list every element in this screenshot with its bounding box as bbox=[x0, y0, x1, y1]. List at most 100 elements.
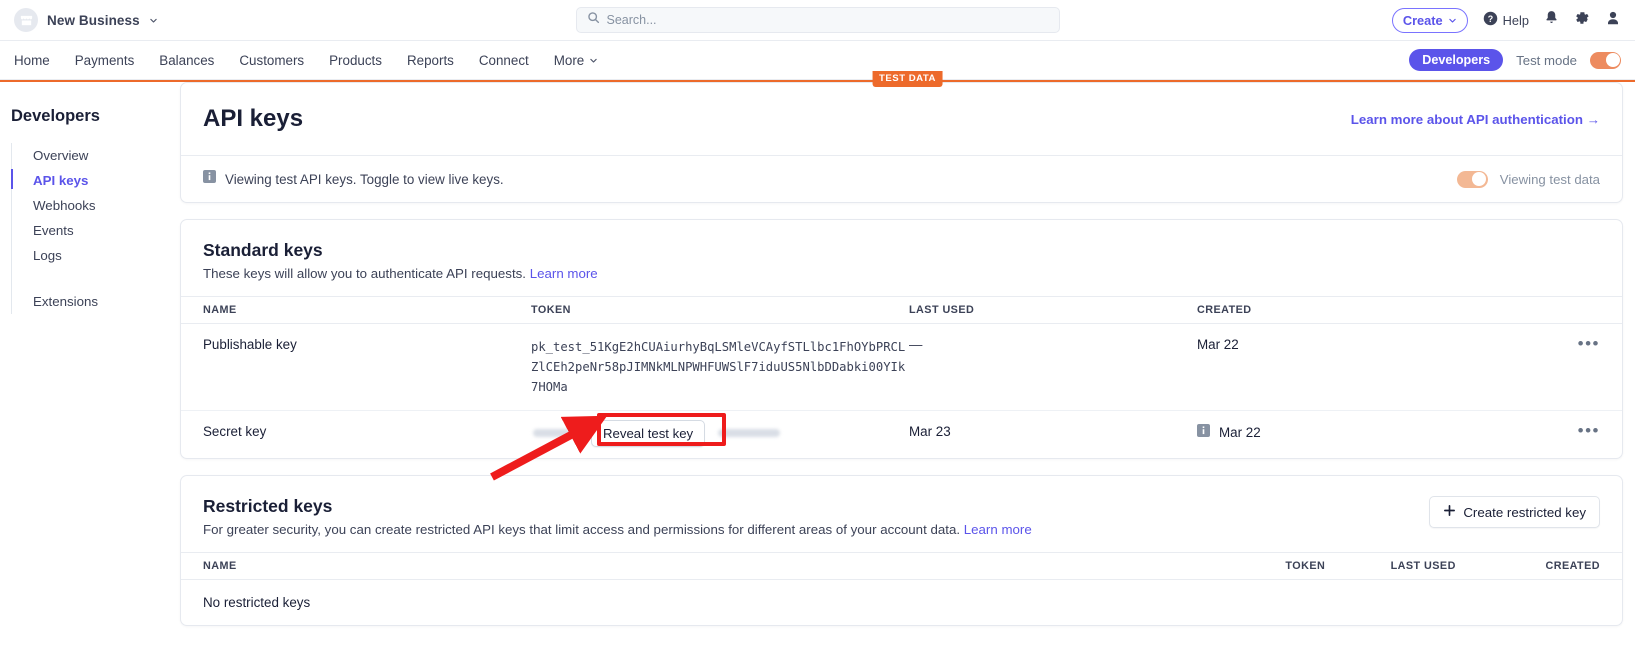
nav-label: More bbox=[553, 52, 585, 68]
global-search[interactable] bbox=[575, 7, 1060, 33]
account-button[interactable] bbox=[1605, 10, 1621, 31]
user-avatar-icon bbox=[1605, 10, 1621, 31]
key-created-cell: Mar 22 bbox=[1197, 411, 1497, 459]
search-input[interactable] bbox=[606, 13, 1049, 27]
key-last-used: Mar 23 bbox=[909, 424, 951, 439]
ellipsis-icon[interactable]: ••• bbox=[1578, 422, 1600, 439]
sidebar-item-overview[interactable]: Overview bbox=[12, 143, 180, 168]
table-row: No restricted keys bbox=[181, 580, 1622, 626]
nav-item-reports[interactable]: Reports bbox=[407, 53, 454, 68]
help-label: Help bbox=[1502, 12, 1529, 28]
sidebar-title: Developers bbox=[11, 107, 100, 125]
restricted-keys-learn-more-link[interactable]: Learn more bbox=[964, 522, 1032, 537]
standard-keys-header: Standard keys These keys will allow you … bbox=[181, 220, 1622, 296]
nav-label: Customers bbox=[239, 52, 305, 68]
column-header-actions bbox=[1497, 296, 1622, 324]
restricted-keys-title: Restricted keys bbox=[203, 496, 333, 516]
sidebar-item-webhooks[interactable]: Webhooks bbox=[12, 193, 180, 218]
nav-label: Payments bbox=[74, 52, 135, 68]
notifications-button[interactable] bbox=[1544, 10, 1559, 31]
restricted-keys-description: For greater security, you can create res… bbox=[203, 522, 1032, 537]
table-header-row: NAME TOKEN LAST USED CREATED bbox=[181, 296, 1622, 324]
nav-item-products[interactable]: Products bbox=[329, 53, 382, 68]
nav-item-more[interactable]: More bbox=[554, 53, 599, 68]
sidebar-item-api-keys[interactable]: API keys bbox=[11, 168, 180, 193]
column-header-token: TOKEN bbox=[531, 296, 909, 324]
account-switcher[interactable]: New Business bbox=[14, 8, 158, 32]
key-token-cell: Reveal test key bbox=[531, 411, 909, 459]
nav-item-customers[interactable]: Customers bbox=[239, 53, 304, 68]
key-last-used: — bbox=[909, 323, 1197, 411]
ellipsis-icon[interactable]: ••• bbox=[1578, 335, 1600, 352]
main-nav: Home Payments Balances Customers Product… bbox=[0, 41, 1635, 80]
table-row: Secret key Reveal test key Mar 23 Mar 22… bbox=[181, 411, 1622, 459]
test-data-badge: TEST DATA bbox=[872, 71, 943, 87]
top-bar-actions: Create ? Help bbox=[1391, 7, 1621, 33]
chevron-down-icon bbox=[590, 58, 597, 63]
test-mode-toggle[interactable] bbox=[1590, 51, 1621, 69]
publishable-key-token: pk_test_51KgE2hCUAiurhyBqLSMleVCAyfSTLlb… bbox=[531, 340, 906, 394]
standard-keys-title: Standard keys bbox=[203, 240, 323, 260]
standard-keys-learn-more-link[interactable]: Learn more bbox=[530, 266, 598, 281]
restricted-keys-thead: NAME TOKEN LAST USED CREATED bbox=[181, 552, 1622, 580]
restricted-keys-empty-message: No restricted keys bbox=[203, 595, 311, 610]
banner-message: Viewing test API keys. Toggle to view li… bbox=[225, 171, 504, 187]
banner-toggle-group: Viewing test data bbox=[1456, 170, 1600, 188]
bell-icon bbox=[1544, 10, 1559, 31]
nav-label: Reports bbox=[406, 52, 454, 68]
standard-keys-description: These keys will allow you to authenticat… bbox=[203, 266, 598, 281]
table-row: Publishable key pk_test_51KgE2hCUAiurhyB… bbox=[181, 323, 1622, 411]
plus-icon bbox=[1443, 504, 1456, 520]
create-button-label: Create bbox=[1402, 12, 1443, 28]
create-restricted-key-button[interactable]: Create restricted key bbox=[1429, 496, 1600, 528]
nav-label: Connect bbox=[478, 52, 529, 68]
restricted-keys-card: Restricted keys For greater security, yo… bbox=[180, 475, 1623, 626]
create-restricted-key-label: Create restricted key bbox=[1463, 504, 1586, 520]
key-name: Publishable key bbox=[181, 323, 531, 411]
nav-item-home[interactable]: Home bbox=[14, 53, 50, 68]
page-body: Developers Overview API keys Webhooks Ev… bbox=[0, 71, 1635, 662]
masked-token-right bbox=[718, 429, 780, 437]
learn-more-api-auth-link[interactable]: Learn more about API authentication → bbox=[1351, 112, 1600, 127]
developers-button[interactable]: Developers bbox=[1409, 49, 1504, 71]
sidebar-item-extensions[interactable]: Extensions bbox=[12, 289, 180, 314]
nav-label: Products bbox=[329, 52, 382, 68]
question-circle-icon: ? bbox=[1483, 11, 1498, 29]
column-header-created: CREATED bbox=[1197, 296, 1497, 324]
column-header-created: CREATED bbox=[1506, 552, 1622, 580]
table-header-row: NAME TOKEN LAST USED CREATED bbox=[181, 552, 1622, 580]
key-token-cell[interactable]: pk_test_51KgE2hCUAiurhyBqLSMleVCAyfSTLlb… bbox=[531, 323, 909, 411]
nav-item-payments[interactable]: Payments bbox=[75, 53, 135, 68]
search-icon bbox=[587, 11, 600, 29]
sidebar-item-logs[interactable]: Logs bbox=[12, 243, 180, 268]
reveal-test-key-button[interactable]: Reveal test key bbox=[591, 420, 706, 447]
gear-icon bbox=[1574, 10, 1590, 31]
standard-keys-tbody: Publishable key pk_test_51KgE2hCUAiurhyB… bbox=[181, 323, 1622, 459]
svg-text:?: ? bbox=[1487, 14, 1492, 24]
row-actions[interactable]: ••• bbox=[1497, 323, 1622, 411]
developers-sidebar: Developers Overview API keys Webhooks Ev… bbox=[0, 82, 180, 662]
nav-item-balances[interactable]: Balances bbox=[159, 53, 214, 68]
row-actions[interactable]: ••• bbox=[1497, 411, 1622, 459]
help-button[interactable]: ? Help bbox=[1483, 11, 1529, 29]
settings-button[interactable] bbox=[1574, 10, 1590, 31]
nav-right-actions: Developers Test mode bbox=[1409, 49, 1621, 71]
create-button[interactable]: Create bbox=[1391, 7, 1468, 33]
sidebar-list: Overview API keys Webhooks Events Logs E… bbox=[11, 143, 180, 314]
key-name: Secret key bbox=[203, 424, 267, 439]
restricted-keys-table: NAME TOKEN LAST USED CREATED No restrict… bbox=[181, 552, 1622, 625]
standard-keys-thead: NAME TOKEN LAST USED CREATED bbox=[181, 296, 1622, 324]
nav-label: Balances bbox=[159, 52, 215, 68]
nav-item-connect[interactable]: Connect bbox=[479, 53, 529, 68]
store-icon bbox=[14, 8, 38, 32]
key-created: Mar 22 bbox=[1197, 323, 1497, 411]
restricted-keys-tbody: No restricted keys bbox=[181, 580, 1622, 626]
standard-keys-card: Standard keys These keys will allow you … bbox=[180, 219, 1623, 459]
restricted-keys-description-text: For greater security, you can create res… bbox=[203, 522, 961, 537]
test-keys-banner: Viewing test API keys. Toggle to view li… bbox=[181, 155, 1622, 202]
api-keys-header-card: API keys Learn more about API authentica… bbox=[180, 82, 1623, 203]
viewing-test-data-label: Viewing test data bbox=[1499, 171, 1600, 187]
sidebar-item-events[interactable]: Events bbox=[12, 218, 180, 243]
column-header-last-used: LAST USED bbox=[909, 296, 1197, 324]
viewing-test-data-toggle[interactable] bbox=[1456, 170, 1488, 188]
